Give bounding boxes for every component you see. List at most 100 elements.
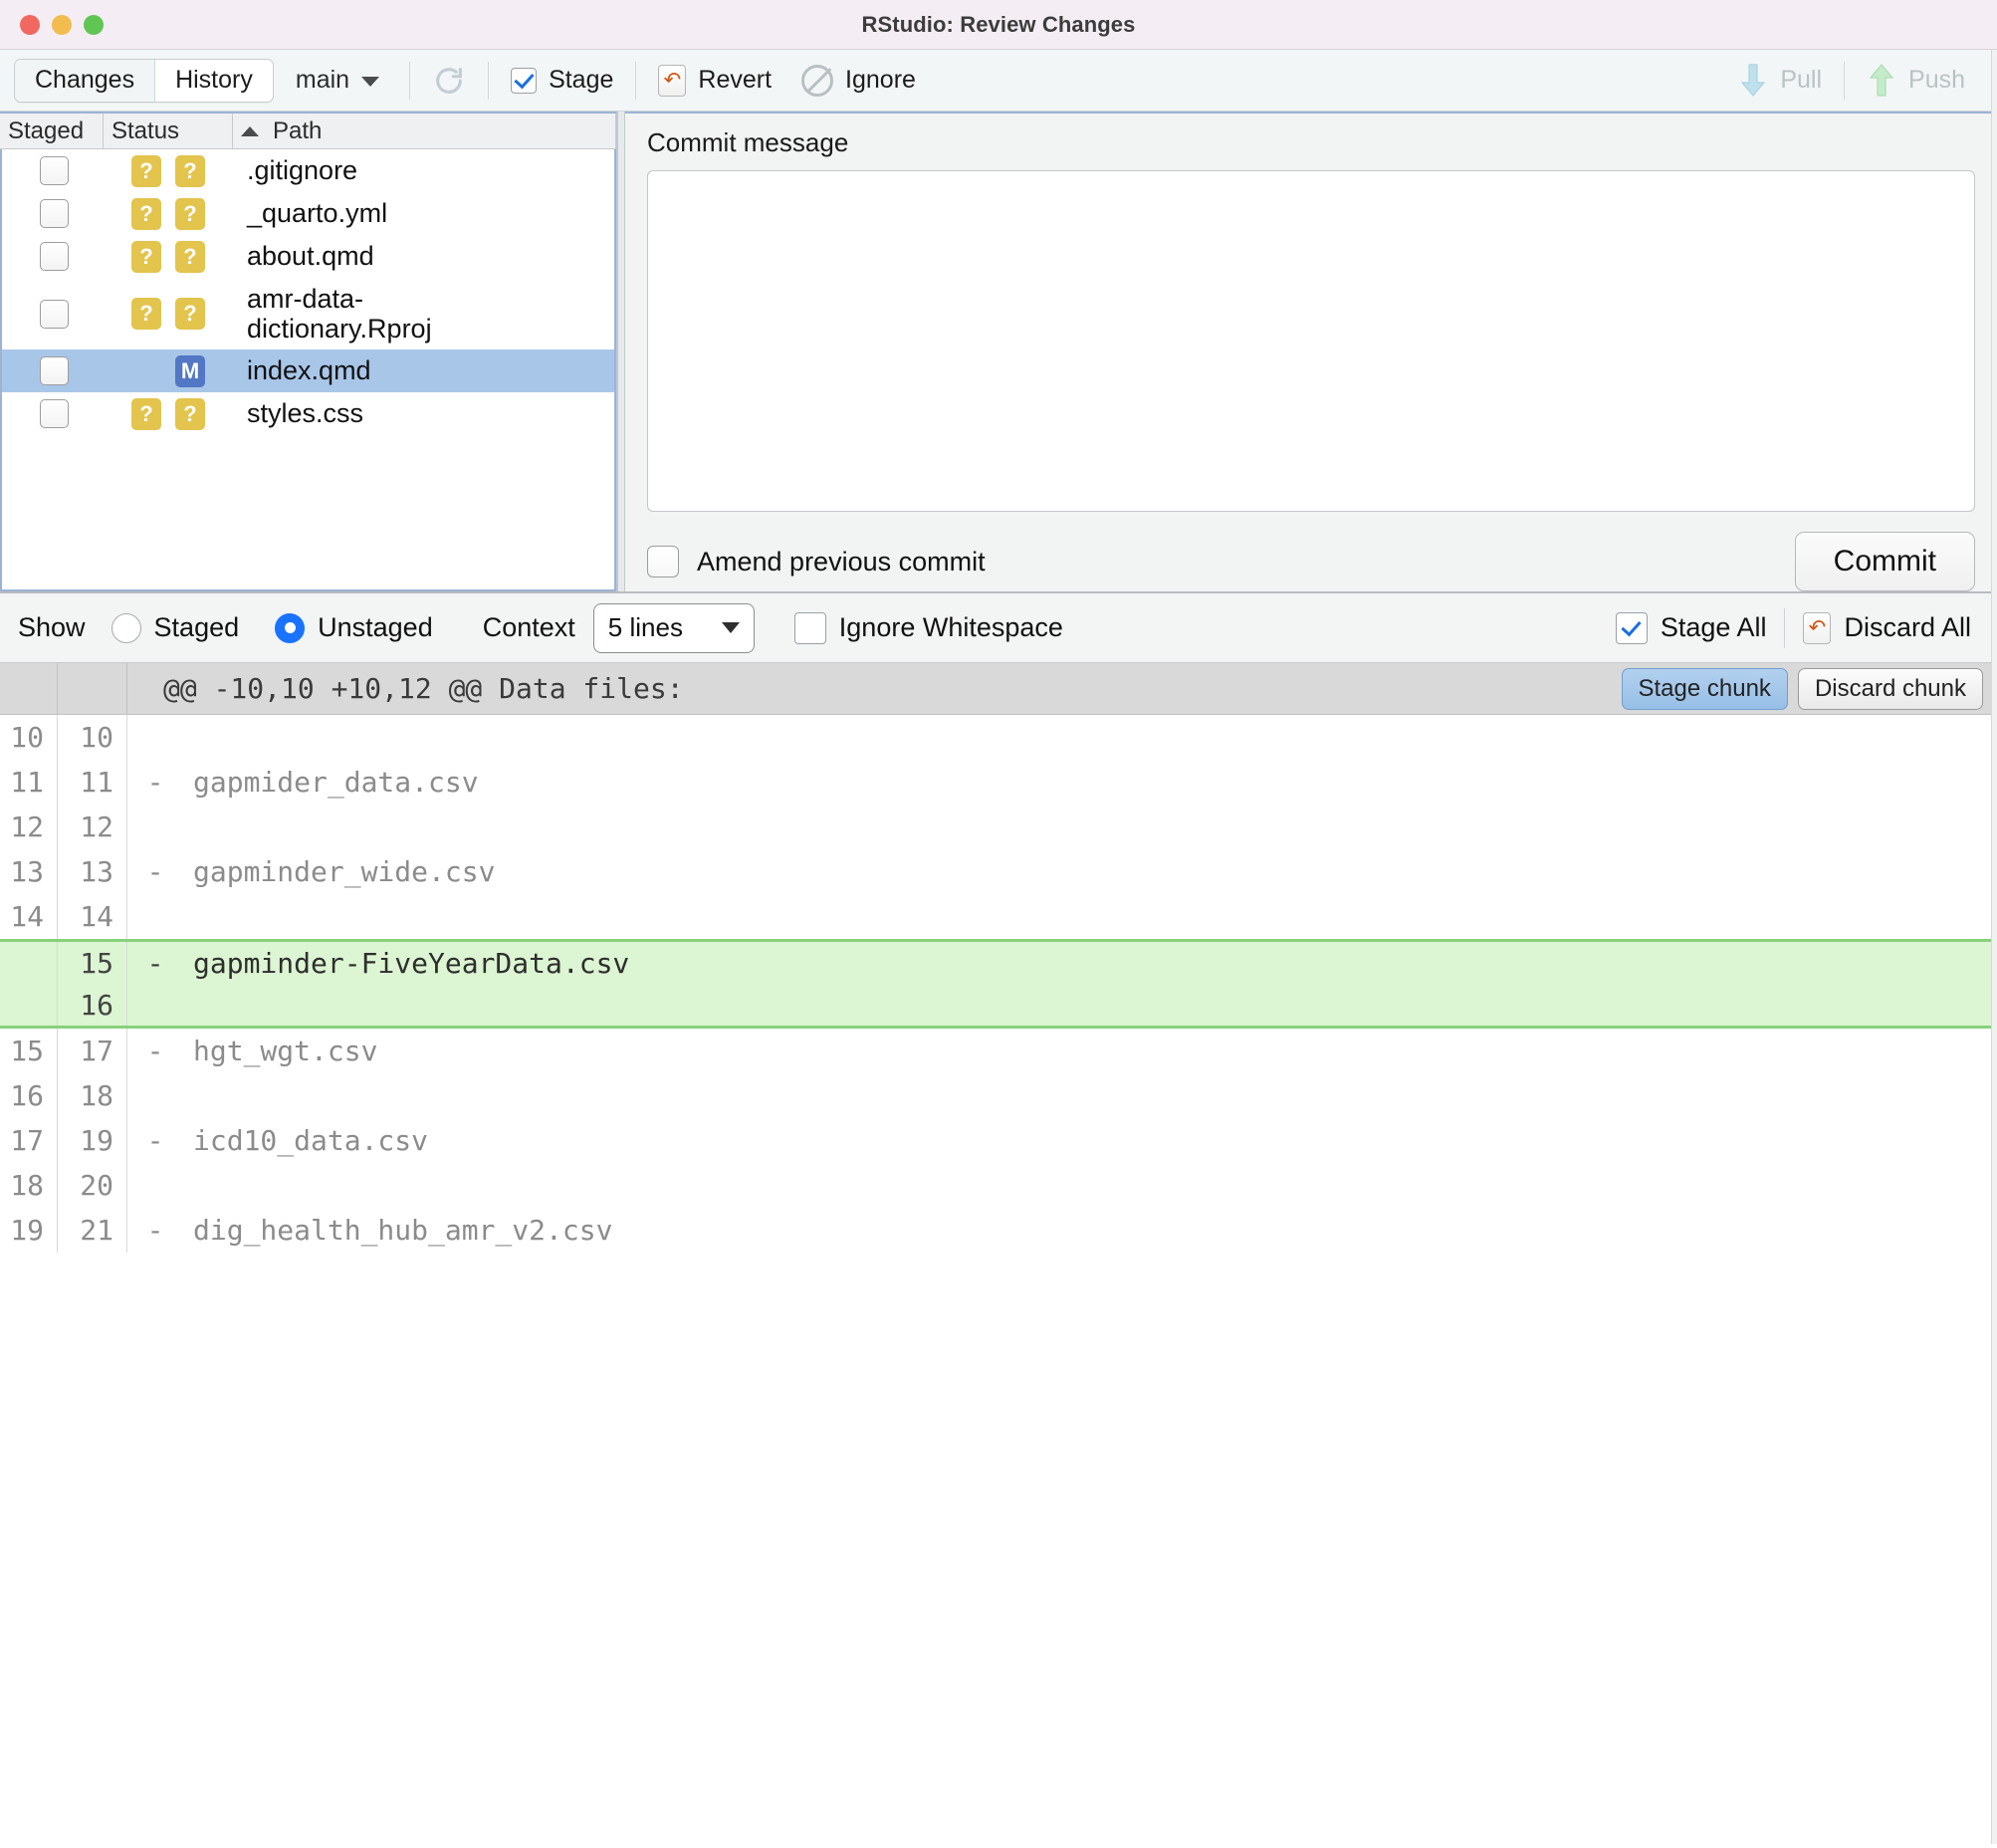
radio-unstaged[interactable]: Unstaged xyxy=(275,612,433,643)
vertical-scrollbar[interactable] xyxy=(1991,50,1997,1848)
diff-line-marker: - xyxy=(146,1124,164,1157)
status-badge-modified-worktree: M xyxy=(175,354,205,387)
diff-line[interactable]: 14 14 xyxy=(0,894,1997,939)
staged-checkbox[interactable] xyxy=(39,299,69,329)
diff-line[interactable]: 10 10 xyxy=(0,715,1997,760)
commit-message-input[interactable] xyxy=(647,170,1975,512)
ignore-whitespace-checkbox[interactable] xyxy=(793,611,826,644)
staged-checkbox[interactable] xyxy=(39,356,69,385)
file-path: amr-data- dictionary.Rproj xyxy=(247,283,432,344)
diff-line[interactable]: 16 18 xyxy=(0,1073,1997,1118)
table-row[interactable]: ? ? amr-data- dictionary.Rproj xyxy=(2,278,614,349)
diff-line-added[interactable]: 16 xyxy=(0,984,1997,1029)
ignore-button[interactable]: Ignore xyxy=(793,64,924,97)
push-button[interactable]: Push xyxy=(1859,63,1973,99)
staged-checkbox-cell[interactable] xyxy=(2,299,106,329)
staged-checkbox-cell[interactable] xyxy=(2,242,106,271)
table-row[interactable]: ? ? .gitignore xyxy=(2,149,614,192)
file-table-body: ? ? .gitignore ? ? _quarto.yml ? ? about… xyxy=(0,149,616,591)
table-row[interactable]: ? ? _quarto.yml xyxy=(2,192,614,235)
staged-checkbox-cell[interactable] xyxy=(2,356,106,385)
window-bottom-edge xyxy=(0,1844,1997,1848)
diff-line[interactable]: 17 19 - icd10_data.csv xyxy=(0,1118,1997,1163)
stage-all-option[interactable]: Stage All xyxy=(1615,611,1766,644)
toolbar-divider xyxy=(635,61,637,100)
radio-unstaged-label: Unstaged xyxy=(318,612,433,642)
file-path: .gitignore xyxy=(247,155,358,186)
status-cell: ? ? xyxy=(106,298,235,330)
toolbar-divider xyxy=(488,61,490,100)
stage-all-checkbox[interactable] xyxy=(1615,611,1648,644)
commit-message-label: Commit message xyxy=(647,127,849,157)
revert-icon: ↶ xyxy=(658,64,687,97)
column-header-path[interactable]: Path xyxy=(233,114,616,148)
staged-checkbox[interactable] xyxy=(39,156,69,185)
diff-line-marker: - xyxy=(146,1035,164,1067)
pull-button[interactable]: Pull xyxy=(1730,63,1830,99)
staged-checkbox[interactable] xyxy=(39,242,69,271)
tab-history[interactable]: History xyxy=(155,59,273,102)
diff-new-line-number: 17 xyxy=(58,1029,127,1073)
discard-chunk-button[interactable]: Discard chunk xyxy=(1797,667,1983,710)
diff-new-line-number: 15 xyxy=(58,942,127,984)
diff-line[interactable]: 12 12 xyxy=(0,805,1997,849)
diff-line[interactable]: 15 17 - hgt_wgt.csv xyxy=(0,1029,1997,1073)
arrow-up-icon xyxy=(1867,63,1896,99)
staged-checkbox[interactable] xyxy=(39,399,69,428)
diff-line[interactable]: 19 21 - dig_health_hub_amr_v2.csv xyxy=(0,1208,1997,1253)
diff-line-marker: - xyxy=(146,855,164,888)
staged-checkbox[interactable] xyxy=(39,199,69,228)
show-label: Show xyxy=(18,612,86,642)
branch-selector[interactable]: main xyxy=(296,66,380,95)
context-lines-value: 5 lines xyxy=(607,612,683,642)
diff-old-line-number: 11 xyxy=(0,760,58,805)
tab-changes[interactable]: Changes xyxy=(15,59,156,102)
column-header-staged[interactable]: Staged xyxy=(0,114,104,148)
discard-all-button[interactable]: ↶ Discard All xyxy=(1803,611,1971,644)
context-label: Context xyxy=(482,612,575,642)
table-row[interactable]: ? ? about.qmd xyxy=(2,235,614,278)
file-path: styles.css xyxy=(247,398,364,429)
view-mode-segmented-control[interactable]: Changes History xyxy=(14,58,274,103)
stage-chunk-button[interactable]: Stage chunk xyxy=(1621,667,1788,710)
table-row[interactable]: ? ? styles.css xyxy=(2,392,614,435)
status-badge-index-empty xyxy=(131,355,161,387)
status-badge-untracked-worktree: ? xyxy=(175,240,205,273)
ignore-icon xyxy=(801,64,834,97)
push-label: Push xyxy=(1908,66,1965,94)
upper-split: Staged Status Path ? ? .gitignore ? ? _q… xyxy=(0,112,1997,591)
file-path: _quarto.yml xyxy=(247,198,388,229)
stage-button[interactable]: Stage xyxy=(503,66,621,95)
context-lines-select[interactable]: 5 lines xyxy=(592,602,755,653)
diff-line-added[interactable]: 15 - gapminder-FiveYearData.csv xyxy=(0,939,1997,984)
status-cell: ? ? xyxy=(106,154,235,187)
radio-staged-label: Staged xyxy=(153,612,240,642)
status-badge-untracked-worktree: ? xyxy=(175,154,205,187)
staged-checkbox-cell[interactable] xyxy=(2,399,106,428)
diff-line[interactable]: 18 20 xyxy=(0,1163,1997,1208)
file-table-header: Staged Status Path xyxy=(0,112,616,149)
commit-button[interactable]: Commit xyxy=(1794,532,1975,591)
table-row[interactable]: M index.qmd xyxy=(2,349,614,392)
radio-unstaged-icon xyxy=(275,612,306,643)
toolbar-divider xyxy=(1844,61,1846,100)
staged-checkbox-cell[interactable] xyxy=(2,156,106,185)
amend-previous-commit-checkbox[interactable] xyxy=(647,546,679,578)
column-header-status[interactable]: Status xyxy=(104,114,233,148)
column-header-path-label: Path xyxy=(273,116,323,144)
diff-line[interactable]: 11 11 - gapmider_data.csv xyxy=(0,760,1997,805)
diff-old-line-number: 16 xyxy=(0,1073,58,1118)
diff-old-line-number: 18 xyxy=(0,1163,58,1208)
revert-button[interactable]: ↶ Revert xyxy=(650,64,779,97)
diff-line[interactable]: 13 13 - gapminder_wide.csv xyxy=(0,849,1997,894)
ignore-whitespace-option[interactable]: Ignore Whitespace xyxy=(793,611,1063,644)
diff-old-line-number: 17 xyxy=(0,1118,58,1163)
diff-options-bar: Show Staged Unstaged Context 5 lines Ign… xyxy=(0,591,1997,663)
refresh-button[interactable] xyxy=(424,64,474,98)
panel-splitter[interactable] xyxy=(617,112,625,591)
radio-staged[interactable]: Staged xyxy=(111,612,240,643)
staged-checkbox-cell[interactable] xyxy=(2,199,106,228)
status-badge-untracked-worktree: ? xyxy=(175,298,205,330)
revert-label: Revert xyxy=(698,66,773,94)
pull-label: Pull xyxy=(1780,66,1823,94)
